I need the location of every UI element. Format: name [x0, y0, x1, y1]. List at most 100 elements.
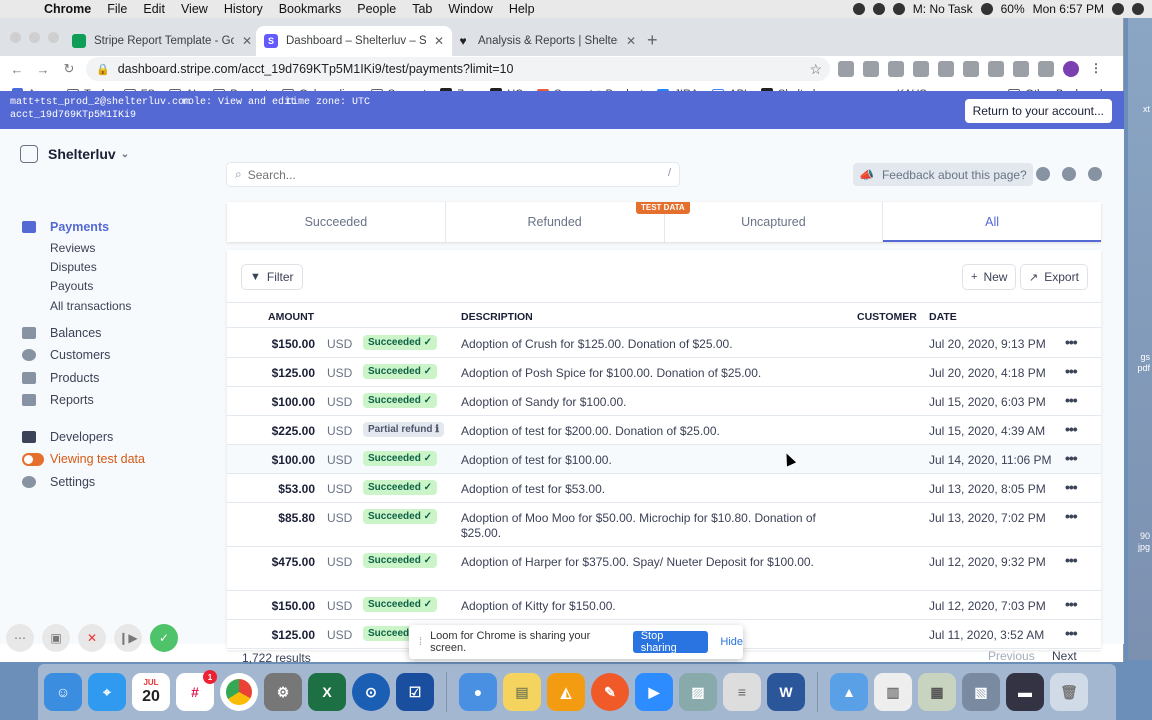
reload-icon[interactable]: ↻ [56, 61, 82, 77]
table-row[interactable]: $100.00 USD Succeeded ✓ Adoption of test fo… [227, 445, 1101, 474]
tab-refunded[interactable]: Refunded [446, 202, 665, 242]
safari-icon[interactable]: ⌖ [88, 673, 126, 711]
textedit-icon[interactable]: ≡ [723, 673, 761, 711]
menu-window[interactable]: Window [448, 2, 492, 16]
menu-bookmarks[interactable]: Bookmarks [279, 2, 342, 16]
close-tab-icon[interactable]: ✕ [626, 34, 636, 48]
slack-icon[interactable]: # 1 [176, 670, 217, 711]
camera-toggle-icon[interactable]: ▣ [42, 624, 70, 652]
menu-view[interactable]: View [181, 2, 208, 16]
image-thumbnail-icon[interactable]: ▧ [962, 673, 1000, 711]
menu-help[interactable]: Help [509, 2, 535, 16]
close-tab-icon[interactable]: ✕ [434, 34, 444, 48]
spotlight-search-icon[interactable] [1112, 3, 1124, 15]
spreadsheet-thumbnail-icon[interactable]: ▦ [918, 673, 956, 711]
drag-handle-icon[interactable]: ⁞ [419, 636, 422, 648]
table-row[interactable]: $100.00 USD Succeeded ✓ Adoption of Sandy f… [227, 387, 1101, 416]
chrome-menu-icon[interactable]: ⋮ [1088, 61, 1104, 77]
sidebar-item-payments[interactable]: Payments [22, 220, 109, 234]
extension-icon[interactable] [1013, 61, 1029, 77]
preview-photos-icon[interactable]: ▨ [679, 673, 717, 711]
keynote-icon[interactable]: ◭ [547, 673, 585, 711]
extension-icon[interactable] [963, 61, 979, 77]
new-payment-button[interactable]: + New [963, 265, 1016, 289]
close-tab-icon[interactable]: ✕ [242, 34, 252, 48]
microphone-icon[interactable] [852, 3, 865, 15]
address-bar[interactable]: 🔒 dashboard.stripe.com/acct_19d769KTp5M1… [86, 57, 830, 81]
table-row[interactable]: $475.00 USD Succeeded ✓ Adoption of Harper … [227, 547, 1101, 591]
row-actions-ellipsis-icon[interactable]: ••• [1065, 479, 1078, 495]
minimize-window-button[interactable] [29, 32, 40, 43]
close-window-button[interactable] [10, 32, 21, 43]
document-stack-icon[interactable]: ▥ [874, 673, 912, 711]
table-row[interactable]: $85.80 USD Succeeded ✓ Adoption of Moo Moo … [227, 503, 1101, 547]
omnifocus-check-icon[interactable]: ☑ [396, 673, 434, 711]
1password-icon[interactable]: ⊙ [352, 673, 390, 711]
cancel-recording-icon[interactable]: ✕ [78, 624, 106, 652]
tab-all[interactable]: All [883, 202, 1101, 242]
bell-icon[interactable] [1036, 167, 1050, 181]
table-row[interactable]: $125.00 USD Succeeded ✓ Adoption of Posh Sp… [227, 358, 1101, 387]
tab-uncaptured[interactable]: Uncaptured [665, 202, 884, 242]
sidebar-item-customers[interactable]: Customers [22, 348, 110, 362]
stickies-icon[interactable]: ▤ [503, 673, 541, 711]
row-actions-ellipsis-icon[interactable]: ••• [1065, 450, 1078, 466]
sidebar-item-reports[interactable]: Reports [22, 393, 94, 407]
help-icon[interactable] [1062, 167, 1076, 181]
row-actions-ellipsis-icon[interactable]: ••• [1065, 363, 1078, 379]
extension-icon[interactable] [888, 61, 904, 77]
test-mode-toggle[interactable] [22, 452, 44, 466]
wifi-icon[interactable] [980, 3, 993, 15]
zoom-camera-icon[interactable]: ▶ [635, 673, 673, 711]
menu-edit[interactable]: Edit [143, 2, 165, 16]
account-switcher[interactable]: Shelterluv ⌄ [20, 145, 129, 163]
forward-arrow-icon[interactable]: → [30, 62, 56, 77]
table-row[interactable]: $53.00 USD Succeeded ✓ Adoption of test for… [227, 474, 1101, 503]
puzzle-extensions-icon[interactable] [1038, 61, 1054, 77]
feedback-button[interactable]: 📣 Feedback about this page? [853, 163, 1033, 186]
trash-icon[interactable]: 🗑 [1050, 673, 1088, 711]
row-actions-ellipsis-icon[interactable]: ••• [1065, 392, 1078, 408]
pen-tool-icon[interactable]: ✎ [591, 673, 629, 711]
row-actions-ellipsis-icon[interactable]: ••• [1065, 508, 1078, 524]
row-actions-ellipsis-icon[interactable]: ••• [1065, 596, 1078, 612]
filter-button[interactable]: ▼ Filter [242, 265, 302, 289]
browser-tab-stripe-report[interactable]: Stripe Report Template - Goog ✕ [64, 26, 260, 56]
extension-icon[interactable] [863, 61, 879, 77]
browser-tab-dashboard[interactable]: S Dashboard – Shelterluv – Strip ✕ [256, 26, 453, 56]
column-header-description[interactable]: Description [461, 311, 533, 323]
stop-sharing-button[interactable]: Stop sharing [632, 630, 709, 654]
table-row[interactable]: $225.00 USD Partial refund ℹ Adoption of te… [227, 416, 1101, 445]
row-actions-ellipsis-icon[interactable]: ••• [1065, 421, 1078, 437]
pause-recording-icon[interactable]: ❙▶ [114, 624, 142, 652]
table-row[interactable]: $150.00 USD Succeeded ✓ Adoption of Kitty f… [227, 591, 1101, 620]
profile-avatar[interactable] [1063, 61, 1079, 77]
finder-icon[interactable]: ☺ [44, 673, 82, 711]
search-input[interactable] [247, 167, 628, 182]
more-options-icon[interactable]: ⋯ [6, 624, 34, 652]
extension-icon[interactable] [938, 61, 954, 77]
user-account-icon[interactable] [1088, 167, 1102, 181]
menu-history[interactable]: History [224, 2, 263, 16]
zoom-window-button[interactable] [48, 32, 59, 43]
return-to-account-button[interactable]: Return to your account... [964, 99, 1112, 123]
sidebar-item-test-data-toggle[interactable]: Viewing test data [22, 452, 145, 466]
new-tab-plus-icon[interactable]: + [647, 30, 658, 51]
bookmark-star-icon[interactable]: ☆ [809, 61, 822, 78]
back-arrow-icon[interactable]: ← [4, 62, 30, 77]
clock[interactable]: Mon 6:57 PM [1033, 2, 1104, 16]
export-button[interactable]: ↗ Export [1021, 265, 1087, 289]
excel-icon[interactable]: X [308, 673, 346, 711]
screenshot-thumbnail-icon[interactable]: ▬ [1006, 673, 1044, 711]
sidebar-item-developers[interactable]: Developers [22, 430, 113, 444]
messages-bubble-icon[interactable]: ● [459, 673, 497, 711]
sidebar-item-balances[interactable]: Balances [22, 326, 101, 340]
finish-recording-check-icon[interactable]: ✓ [150, 624, 178, 652]
sync-icon[interactable] [892, 3, 905, 15]
sidebar-item-products[interactable]: Products [22, 371, 99, 385]
extension-icon[interactable] [988, 61, 1004, 77]
control-center-icon[interactable] [1132, 3, 1144, 15]
column-header-amount[interactable]: Amount [268, 311, 314, 323]
sidebar-subitem-reviews[interactable]: Reviews [50, 241, 95, 255]
hide-sharing-bar-button[interactable]: Hide [720, 636, 743, 648]
